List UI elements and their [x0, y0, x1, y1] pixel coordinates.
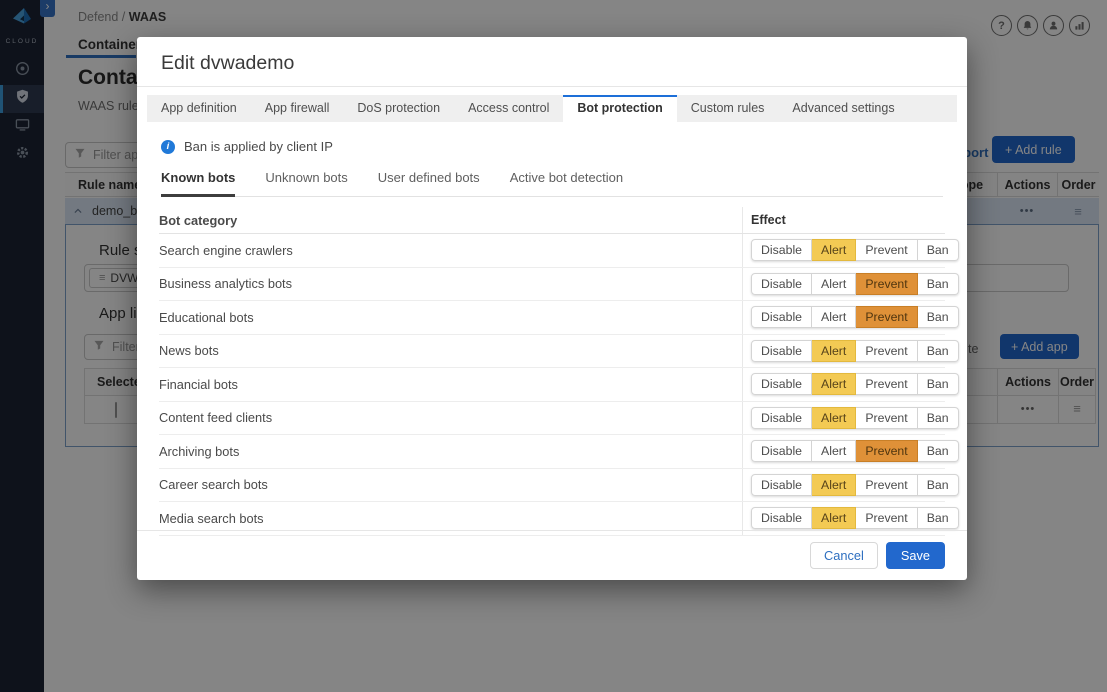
effect-segmented-control: DisableAlertPreventBan: [751, 507, 959, 529]
bot-category-cell: Search engine crawlers: [159, 243, 742, 258]
effect-option-alert-selected[interactable]: Alert: [812, 340, 856, 362]
effect-segmented-control: DisableAlertPreventBan: [751, 239, 959, 261]
subtab-unknown-bots[interactable]: Unknown bots: [265, 170, 347, 196]
effect-cell: DisableAlertPreventBan: [742, 301, 945, 334]
modal-tab-app-definition[interactable]: App definition: [147, 95, 251, 122]
subtab-active-bot-detection[interactable]: Active bot detection: [510, 170, 623, 196]
modal-title: Edit dvwademo: [161, 52, 943, 75]
effect-header: Effect: [742, 207, 945, 233]
effect-option-prevent-selected[interactable]: Prevent: [856, 440, 917, 462]
modal-header: Edit dvwademo: [137, 37, 967, 87]
info-banner-text: Ban is applied by client IP: [184, 139, 333, 154]
effect-cell: DisableAlertPreventBan: [742, 402, 945, 435]
bot-row-archiving-bots: Archiving botsDisableAlertPreventBan: [159, 435, 945, 469]
effect-cell: DisableAlertPreventBan: [742, 368, 945, 401]
effect-option-alert[interactable]: Alert: [812, 440, 856, 462]
bot-row-business-analytics-bots: Business analytics botsDisableAlertPreve…: [159, 268, 945, 302]
effect-option-disable[interactable]: Disable: [751, 440, 812, 462]
edit-rule-modal: Edit dvwademo App definitionApp firewall…: [137, 37, 967, 580]
effect-option-alert-selected[interactable]: Alert: [812, 507, 856, 529]
effect-option-disable[interactable]: Disable: [751, 306, 812, 328]
bot-table-rows: Search engine crawlersDisableAlertPreven…: [159, 234, 945, 536]
effect-option-alert[interactable]: Alert: [812, 273, 856, 295]
effect-option-ban[interactable]: Ban: [918, 407, 959, 429]
modal-tab-dos-protection[interactable]: DoS protection: [343, 95, 454, 122]
effect-option-disable[interactable]: Disable: [751, 407, 812, 429]
info-icon: i: [161, 140, 175, 154]
bot-row-career-search-bots: Career search botsDisableAlertPreventBan: [159, 469, 945, 503]
effect-option-disable[interactable]: Disable: [751, 273, 812, 295]
effect-segmented-control: DisableAlertPreventBan: [751, 407, 959, 429]
effect-option-disable[interactable]: Disable: [751, 507, 812, 529]
effect-option-alert[interactable]: Alert: [812, 306, 856, 328]
effect-segmented-control: DisableAlertPreventBan: [751, 474, 959, 496]
bot-category-cell: News bots: [159, 343, 742, 358]
screen: CLOUD: [0, 0, 1107, 692]
effect-option-prevent[interactable]: Prevent: [856, 373, 917, 395]
effect-option-disable[interactable]: Disable: [751, 239, 812, 261]
effect-cell: DisableAlertPreventBan: [742, 268, 945, 301]
bot-category-cell: Career search bots: [159, 477, 742, 492]
effect-option-prevent[interactable]: Prevent: [856, 239, 917, 261]
effect-option-ban[interactable]: Ban: [918, 507, 959, 529]
effect-option-ban[interactable]: Ban: [918, 273, 959, 295]
effect-option-prevent-selected[interactable]: Prevent: [856, 273, 917, 295]
effect-option-ban[interactable]: Ban: [918, 440, 959, 462]
modal-tab-bot-protection[interactable]: Bot protection: [563, 95, 676, 122]
bot-category-cell: Content feed clients: [159, 410, 742, 425]
effect-option-ban[interactable]: Ban: [918, 340, 959, 362]
effect-option-alert-selected[interactable]: Alert: [812, 407, 856, 429]
bot-row-search-engine-crawlers: Search engine crawlersDisableAlertPreven…: [159, 234, 945, 268]
effect-cell: DisableAlertPreventBan: [742, 435, 945, 468]
modal-tab-app-firewall[interactable]: App firewall: [251, 95, 344, 122]
effect-option-ban[interactable]: Ban: [918, 474, 959, 496]
effect-option-prevent[interactable]: Prevent: [856, 340, 917, 362]
effect-option-alert-selected[interactable]: Alert: [812, 373, 856, 395]
bot-row-news-bots: News botsDisableAlertPreventBan: [159, 335, 945, 369]
bot-category-cell: Financial bots: [159, 377, 742, 392]
bot-category-header: Bot category: [159, 213, 742, 228]
cancel-button[interactable]: Cancel: [810, 542, 878, 569]
modal-footer: Cancel Save: [137, 530, 967, 580]
effect-option-prevent-selected[interactable]: Prevent: [856, 306, 917, 328]
effect-segmented-control: DisableAlertPreventBan: [751, 440, 959, 462]
info-banner: i Ban is applied by client IP: [161, 139, 943, 154]
bot-subtabs: Known bots Unknown bots User defined bots A…: [161, 170, 943, 197]
bot-category-cell: Business analytics bots: [159, 276, 742, 291]
bot-table-header: Bot category Effect: [159, 207, 945, 234]
effect-option-prevent[interactable]: Prevent: [856, 474, 917, 496]
effect-cell: DisableAlertPreventBan: [742, 234, 945, 267]
bot-category-cell: Educational bots: [159, 310, 742, 325]
effect-option-alert-selected[interactable]: Alert: [812, 474, 856, 496]
effect-option-alert-selected[interactable]: Alert: [812, 239, 856, 261]
effect-option-ban[interactable]: Ban: [918, 239, 959, 261]
effect-cell: DisableAlertPreventBan: [742, 335, 945, 368]
effect-segmented-control: DisableAlertPreventBan: [751, 340, 959, 362]
effect-option-disable[interactable]: Disable: [751, 373, 812, 395]
effect-option-ban[interactable]: Ban: [918, 373, 959, 395]
bot-category-cell: Media search bots: [159, 511, 742, 526]
bot-row-content-feed-clients: Content feed clientsDisableAlertPreventB…: [159, 402, 945, 436]
modal-tab-advanced-settings[interactable]: Advanced settings: [778, 95, 908, 122]
effect-option-prevent[interactable]: Prevent: [856, 407, 917, 429]
effect-segmented-control: DisableAlertPreventBan: [751, 373, 959, 395]
effect-option-prevent[interactable]: Prevent: [856, 507, 917, 529]
effect-option-disable[interactable]: Disable: [751, 474, 812, 496]
effect-segmented-control: DisableAlertPreventBan: [751, 273, 959, 295]
effect-option-ban[interactable]: Ban: [918, 306, 959, 328]
save-button[interactable]: Save: [886, 542, 945, 569]
subtab-user-defined-bots[interactable]: User defined bots: [378, 170, 480, 196]
bot-row-financial-bots: Financial botsDisableAlertPreventBan: [159, 368, 945, 402]
effect-segmented-control: DisableAlertPreventBan: [751, 306, 959, 328]
bot-table: Bot category Effect Search engine crawle…: [159, 207, 945, 536]
modal-tab-access-control[interactable]: Access control: [454, 95, 563, 122]
bot-row-educational-bots: Educational botsDisableAlertPreventBan: [159, 301, 945, 335]
bot-category-cell: Archiving bots: [159, 444, 742, 459]
modal-tab-custom-rules[interactable]: Custom rules: [677, 95, 779, 122]
effect-cell: DisableAlertPreventBan: [742, 469, 945, 502]
subtab-known-bots[interactable]: Known bots: [161, 170, 235, 197]
effect-option-disable[interactable]: Disable: [751, 340, 812, 362]
modal-tab-bar: App definitionApp firewallDoS protection…: [147, 95, 957, 122]
